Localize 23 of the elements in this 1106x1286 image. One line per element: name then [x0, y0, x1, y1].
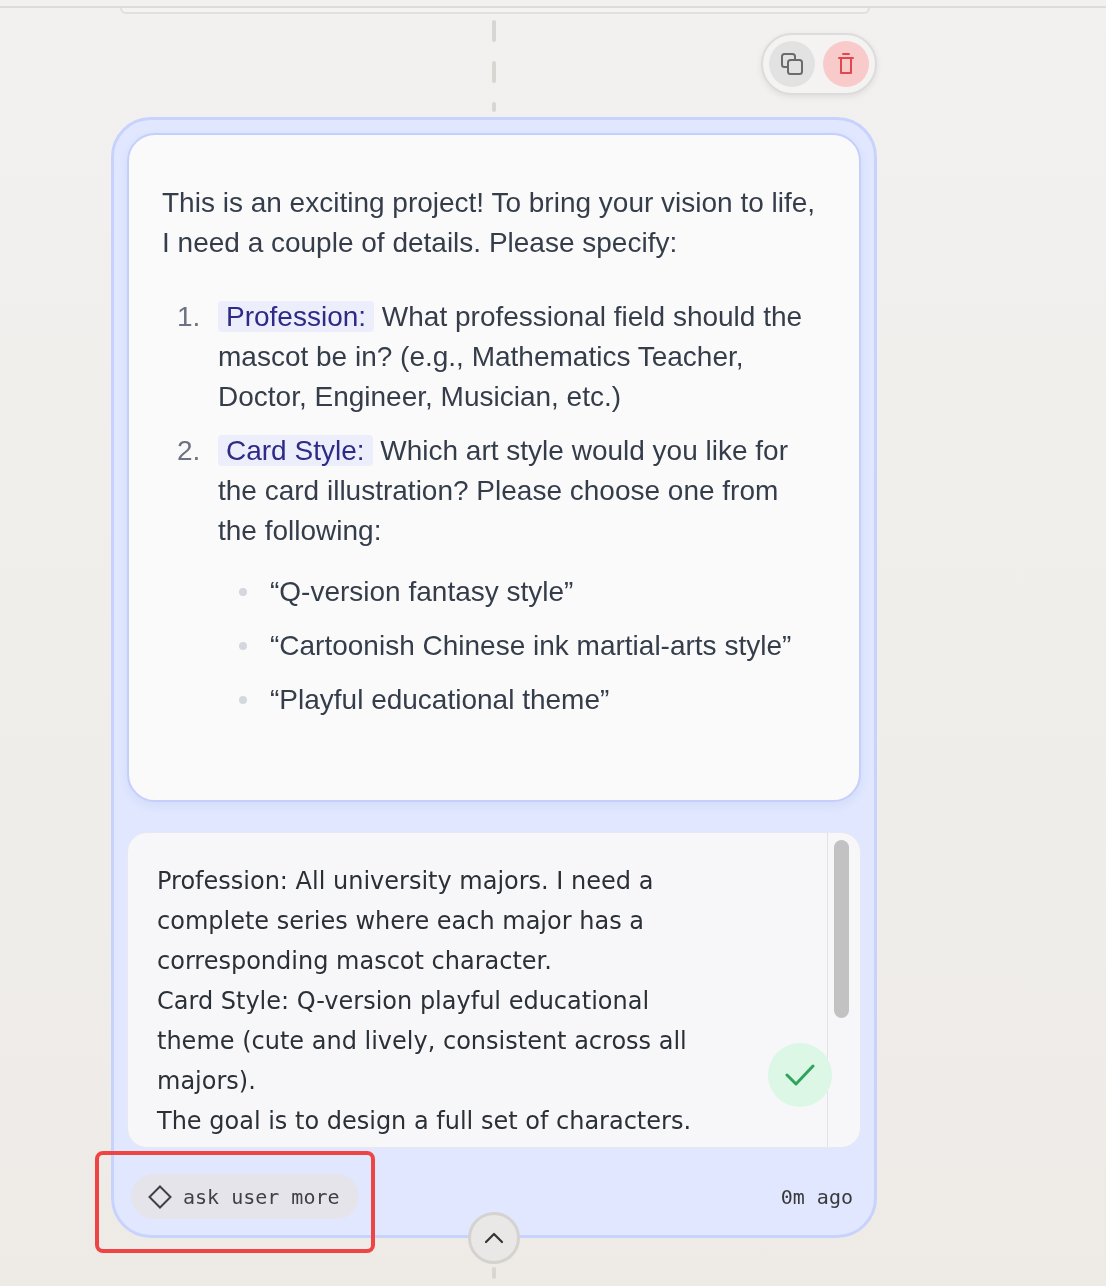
option-text: “Playful educational theme”: [270, 683, 610, 717]
list-item-text: Card Style: Which art style would you like for the card illustration? Please choose one from the following:: [218, 434, 789, 548]
answer-text: Profession: All university majors. I need a complete series where each major has a corresponding mascot character. Card Style: Q-version playful educational theme (cute and lively, consistent across all majors). The goal is to design a full set of characters.: [157, 866, 693, 1137]
scrollbar-thumb[interactable]: [834, 840, 849, 1018]
list-number: 2.: [177, 434, 202, 468]
chevron-up-icon: [484, 1232, 504, 1244]
list-item-text: Profession: What professional field should the mascot be in? (e.g., Mathematics Teacher, Doctor, Engineer, Musician, etc.): [218, 300, 804, 414]
copy-button[interactable]: [769, 41, 815, 87]
list-number: 1.: [177, 300, 202, 334]
trash-icon: [838, 53, 854, 75]
answer-field[interactable]: [127, 832, 861, 1148]
copy-icon: [781, 53, 803, 75]
checkmark-icon: [785, 1064, 815, 1086]
message-text: This is an exciting project! To bring your vision to life, I need a couple of details. Please specify:: [162, 186, 817, 260]
delete-button[interactable]: [823, 41, 869, 87]
option-text: “Q-version fantasy style”: [270, 575, 574, 609]
option-text: “Cartoonish Chinese ink martial-arts style”: [270, 629, 792, 663]
bullet-icon: [239, 588, 247, 596]
diamond-icon: [148, 1184, 172, 1209]
timestamp: 0m ago: [780, 1184, 853, 1209]
bullet-icon: [239, 642, 247, 650]
bullet-icon: [239, 696, 247, 704]
tool-tag-label: ask user more: [183, 1184, 340, 1209]
